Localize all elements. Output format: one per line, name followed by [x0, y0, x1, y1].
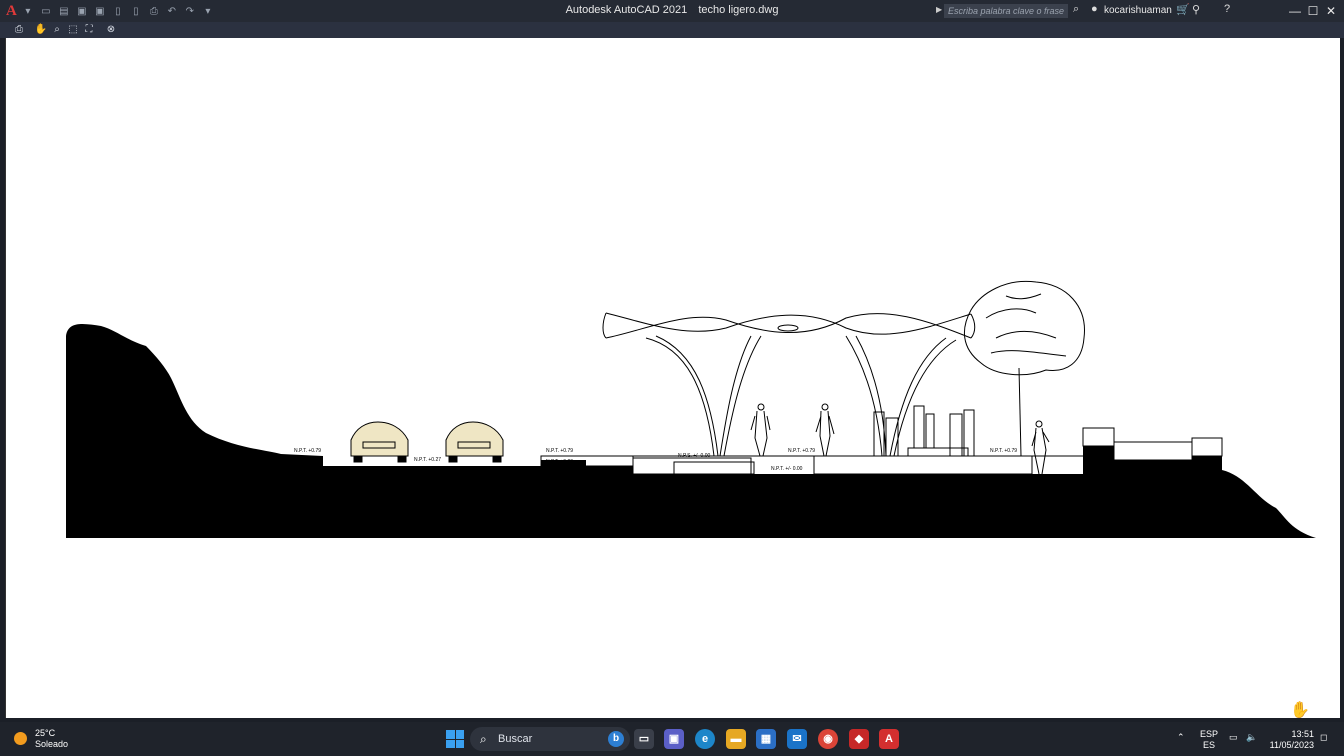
hidden-icons-chevron-icon[interactable]: ⌃	[1177, 732, 1185, 743]
search-icon: ⌕	[480, 732, 487, 746]
level-label: N.P.T. +0.20	[546, 459, 573, 465]
edge-icon[interactable]: e	[695, 729, 715, 749]
file-name: techo ligero.dwg	[698, 4, 779, 16]
clock-time: 13:51	[1291, 729, 1314, 739]
taskbar-search[interactable]: ⌕ Buscar b	[470, 727, 630, 751]
level-label: N.P.S. +/- 0.00	[678, 453, 711, 459]
teams-chat-icon[interactable]: ▣	[664, 729, 684, 749]
store-icon[interactable]: ▦	[756, 729, 776, 749]
level-label: N.P.T. +0.79	[788, 448, 815, 454]
autodesk-app-icon[interactable]: ⚲	[1192, 3, 1200, 16]
level-label: N.P.T. +0.79	[294, 448, 321, 454]
user-icon[interactable]: ●	[1091, 3, 1098, 15]
windows-taskbar: 25°C Soleado ⌕ Buscar b ▭ ▣ e ▬ ▦ ✉ ◉ ◆ …	[0, 722, 1344, 756]
light-roof-canopy	[602, 312, 976, 457]
clock[interactable]: 13:51 11/05/2023	[1268, 729, 1314, 751]
level-label: N.P.T. +0.27	[414, 457, 441, 463]
task-view-icon[interactable]: ▭	[634, 729, 654, 749]
app-red-icon[interactable]: ◆	[849, 729, 869, 749]
autocad-taskbar-icon[interactable]: A	[879, 729, 899, 749]
network-icon[interactable]: ▭	[1229, 732, 1238, 743]
volume-icon[interactable]: 🔈	[1246, 732, 1257, 743]
zoom-extents-icon[interactable]: ⛶	[82, 23, 96, 37]
start-button[interactable]	[446, 730, 464, 748]
maximize-button[interactable]: ☐	[1304, 2, 1322, 20]
help-icon[interactable]: ?	[1224, 3, 1230, 15]
weather-desc: Soleado	[35, 739, 69, 749]
search-expand-icon[interactable]: ▶	[936, 5, 942, 14]
language-top: ESP	[1200, 729, 1219, 739]
drawing-canvas[interactable]: N.P.T. +0.79 N.P.T. +0.27 N.P.T. +0.79 N…	[5, 38, 1340, 719]
sculpture-blocks	[873, 405, 975, 457]
ground-section	[66, 324, 1316, 538]
language-indicator[interactable]: ESP ES	[1200, 729, 1218, 751]
zoom-icon[interactable]: ⌕	[50, 23, 64, 37]
level-label: N.P.T. +0.79	[546, 448, 573, 454]
minimize-button[interactable]: —	[1286, 2, 1304, 20]
user-name[interactable]: kocarishuaman	[1104, 5, 1172, 16]
tree	[963, 280, 1085, 457]
language-bottom: ES	[1203, 740, 1216, 750]
search-icon[interactable]: ⌕	[1073, 3, 1079, 16]
clock-date: 11/05/2023	[1269, 740, 1314, 750]
pan-icon[interactable]: ✋	[34, 23, 48, 37]
search-label: Buscar	[498, 733, 533, 745]
section-drawing: N.P.T. +0.79 N.P.T. +0.27 N.P.T. +0.79 N…	[66, 280, 1316, 538]
print-icon[interactable]: ⎙	[12, 23, 26, 37]
file-explorer-icon[interactable]: ▬	[726, 729, 746, 749]
title-bar: A ▾ ▭ ▤ ▣ ▣ ▯ ▯ ⎙ ↶ ↷ ▾ Autodesk AutoCAD…	[0, 0, 1344, 22]
level-label: N.P.T. +/- 0.00	[771, 466, 803, 472]
zoom-window-icon[interactable]: ⬚	[66, 23, 80, 37]
cart-icon[interactable]: 🛒	[1176, 3, 1190, 16]
app-name: Autodesk AutoCAD 2021	[565, 4, 688, 16]
close-preview-icon[interactable]: ⊗	[104, 23, 118, 37]
mail-icon[interactable]: ✉	[787, 729, 807, 749]
bing-icon[interactable]: b	[608, 731, 624, 747]
level-label: N.P.T. +0.79	[990, 448, 1017, 454]
weather-temp: 25°C	[35, 728, 56, 738]
close-button[interactable]: ✕	[1322, 2, 1340, 20]
search-input[interactable]: Escriba palabra clave o frase	[944, 4, 1068, 18]
pan-cursor-icon: ✋	[1290, 702, 1310, 719]
sun-icon	[14, 732, 27, 745]
notifications-icon[interactable]: ◻	[1320, 732, 1327, 743]
cars	[350, 421, 504, 463]
plot-preview-toolbar: ⎙ ✋ ⌕ ⬚ ⛶ ⊗	[0, 22, 1344, 38]
chrome-icon[interactable]: ◉	[818, 729, 838, 749]
